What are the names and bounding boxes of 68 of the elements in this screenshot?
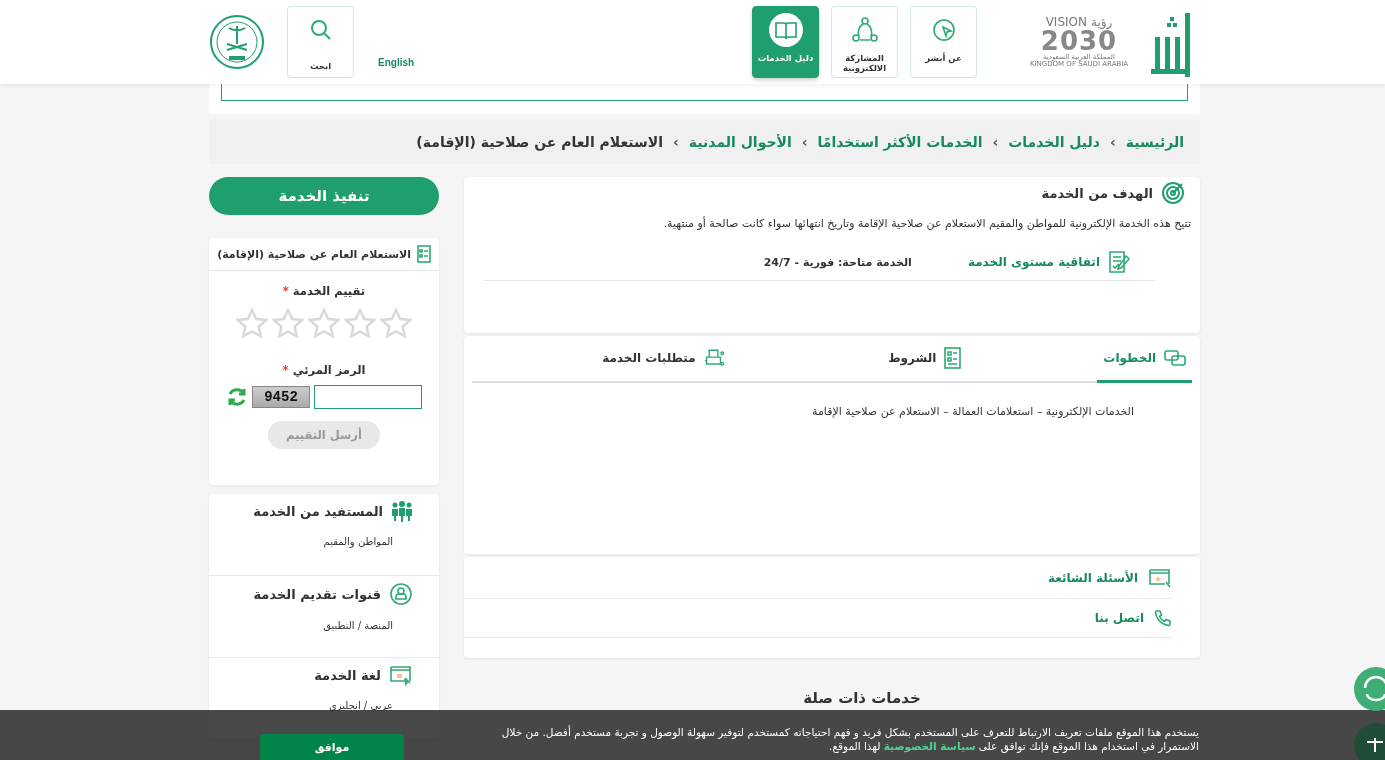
execute-service-button[interactable]: تنفيذ الخدمة bbox=[209, 177, 439, 215]
star-icon[interactable] bbox=[308, 308, 340, 339]
star-icon[interactable] bbox=[272, 308, 304, 339]
vision-logo-text: VISION bbox=[1045, 16, 1087, 28]
nav-tile[interactable]: المشاركة الالكترونية bbox=[831, 6, 898, 78]
required-mark: * bbox=[282, 284, 289, 298]
star-icon[interactable] bbox=[236, 308, 268, 339]
browser-window-icon bbox=[389, 664, 413, 686]
breadcrumb-separator: › bbox=[992, 134, 999, 150]
people-group-icon bbox=[391, 500, 413, 522]
breadcrumb-link[interactable]: الخدمات الأكثر استخدامًا bbox=[817, 134, 983, 150]
sla-value: الخدمة متاحة: فورية - 24/7 bbox=[763, 255, 912, 269]
breadcrumb-link[interactable]: الأحوال المدنية bbox=[688, 134, 792, 150]
search-icon bbox=[308, 18, 333, 42]
connected-nodes-icon bbox=[850, 16, 879, 44]
breadcrumb-separator: › bbox=[673, 134, 679, 150]
breadcrumb-link[interactable]: دليل الخدمات bbox=[1008, 134, 1101, 150]
info-value: عربي / انجليزي bbox=[327, 700, 393, 711]
open-book-icon bbox=[773, 19, 798, 41]
refresh-icon[interactable] bbox=[226, 386, 248, 408]
breadcrumb-current-page: الاستعلام العام عن صلاحية (الإقامة) bbox=[416, 134, 664, 150]
info-title: قنوات تقديم الخدمة bbox=[253, 586, 381, 602]
card-title: الاستعلام العام عن صلاحية (الإقامة) bbox=[217, 247, 411, 261]
vision-logo-year: 2030 bbox=[1040, 28, 1118, 54]
emblem-drawing bbox=[209, 14, 265, 70]
info-value: المواطن والمقيم bbox=[322, 536, 393, 547]
section-title: الهدف من الخدمة bbox=[1041, 185, 1153, 201]
nav-tile[interactable]: دليل الخدمات bbox=[752, 6, 819, 78]
user-circle-icon bbox=[389, 582, 413, 606]
browser-star-icon bbox=[1148, 566, 1172, 589]
document-tray-icon bbox=[703, 347, 727, 369]
description-text: تتيح هذه الخدمة الإلكترونية للمواطن والمقيم الاستعلام عن صلاحية الإقامة وتاريخ انتهائها سواء كانت صالحة أو منتهية. bbox=[662, 217, 1191, 230]
section-heading: خدمات ذات صلة bbox=[802, 689, 922, 707]
info-value: المنصة / التطبيق bbox=[322, 620, 393, 631]
steps-text: الخدمات الإلكترونية – استعلامات العمالة – الاستعلام عن صلاحية الإقامة bbox=[811, 405, 1134, 418]
overlapping-windows-icon bbox=[1164, 350, 1186, 366]
required-mark: * bbox=[282, 363, 289, 377]
privacy-policy-link[interactable]: سياسة الخصوصية bbox=[883, 740, 976, 753]
info-title: المستفيد من الخدمة bbox=[253, 503, 383, 519]
breadcrumb-separator: › bbox=[801, 134, 808, 150]
tab[interactable]: الشروط bbox=[882, 336, 968, 383]
star-icon[interactable] bbox=[344, 308, 376, 339]
accept-button[interactable]: موافق bbox=[260, 734, 404, 760]
support-chat-icon[interactable] bbox=[1353, 666, 1385, 712]
field-label: تقييم الخدمة bbox=[292, 284, 366, 298]
info-title: لغة الخدمة bbox=[314, 667, 381, 683]
cookie-notice-text: يستخدم هذا الموقع ملفات تعريف الارتباط للتعرف على المستخدم بشكل فريد و فهم احتياجاته كمستخدم لتوفير سهولة الوصول و تجربة مستخدم أفضل. من خلال الاستمرار في استخدام هذا الموقع فإنك توافق على سياسة الخصوصية لهذا الموقع. bbox=[500, 725, 1199, 754]
star-icon[interactable] bbox=[380, 308, 412, 339]
breadcrumb-separator: › bbox=[1110, 134, 1116, 150]
vision-logo-arabic: رؤية bbox=[1091, 16, 1113, 28]
field-label: الرمز المرئي bbox=[292, 363, 366, 377]
signed-document-icon bbox=[1108, 250, 1130, 274]
link[interactable]: اتصل بنا bbox=[1094, 611, 1144, 625]
tab[interactable]: الخطوات bbox=[1097, 336, 1192, 383]
phone-icon bbox=[1154, 609, 1172, 627]
breadcrumb-link[interactable]: الرئيسية bbox=[1125, 134, 1184, 150]
link[interactable]: الأسئلة الشائعة bbox=[1048, 570, 1138, 585]
checklist-icon bbox=[417, 245, 431, 263]
captcha-input-field[interactable] bbox=[314, 385, 422, 409]
cursor-circle-icon bbox=[930, 17, 957, 43]
sla-label: اتفاقية مستوى الخدمة bbox=[967, 255, 1100, 269]
target-icon bbox=[1161, 181, 1185, 205]
checklist-icon bbox=[944, 347, 962, 369]
captcha-image: 9452 bbox=[252, 386, 310, 408]
language-link[interactable]: English bbox=[378, 56, 415, 68]
search-tile[interactable]: ابحث bbox=[287, 6, 354, 78]
nav-tile[interactable]: عن أبشر bbox=[910, 6, 977, 78]
tab[interactable]: متطلبات الخدمة bbox=[596, 336, 733, 383]
